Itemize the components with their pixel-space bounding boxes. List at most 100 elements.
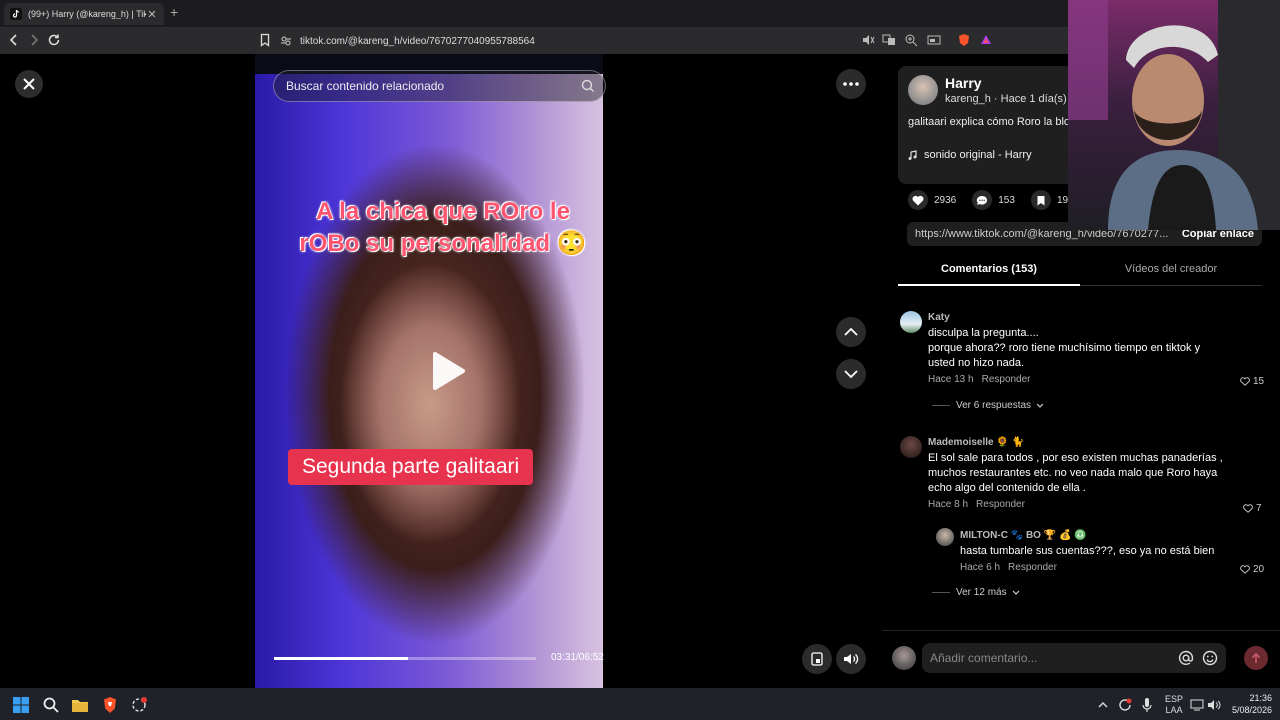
- speaker-icon[interactable]: [1207, 698, 1221, 712]
- emoji-icon[interactable]: [1202, 650, 1218, 666]
- next-video-button[interactable]: [836, 359, 866, 389]
- forward-icon[interactable]: [26, 32, 42, 48]
- new-tab-icon[interactable]: +: [170, 4, 178, 20]
- comment-avatar[interactable]: [900, 311, 922, 333]
- reply-like-count: 20: [1253, 564, 1265, 575]
- brave-shields-icon[interactable]: [957, 33, 971, 47]
- comment-meta: Hace 13 h Responder: [928, 374, 1228, 385]
- post-comment-button[interactable]: [1244, 646, 1268, 670]
- streamer-figure: [1068, 0, 1280, 230]
- tray-chevron-icon[interactable]: [1096, 698, 1110, 712]
- view-more-replies-button[interactable]: Ver 12 más: [932, 587, 1021, 598]
- sync-icon[interactable]: [1117, 697, 1133, 713]
- comment-stat[interactable]: 153: [972, 190, 1015, 210]
- like-count: 2936: [934, 194, 957, 206]
- reload-icon[interactable]: [46, 32, 62, 48]
- zoom-icon[interactable]: [904, 33, 918, 47]
- chevron-up-icon: [844, 327, 858, 336]
- view-replies-button[interactable]: Ver 6 respuestas: [932, 400, 1045, 411]
- video-progress-fill: [274, 657, 409, 660]
- comment-placeholder: Añadir comentario...: [930, 651, 1038, 665]
- related-search-placeholder: Buscar contenido relacionado: [286, 79, 445, 93]
- language-code: ESP: [1165, 694, 1184, 704]
- brave-browser-icon[interactable]: [101, 696, 119, 714]
- comment-username[interactable]: Mademoiselle 🌻 🐈: [928, 437, 1228, 448]
- screen: (99+) Harry (@kareng_h) | TikTok ✕ + tik…: [0, 0, 1280, 720]
- comment-like-count: 7: [1256, 503, 1262, 514]
- comment-username[interactable]: Katy: [928, 312, 1228, 323]
- comment-like-button[interactable]: 15: [1240, 376, 1264, 387]
- back-icon[interactable]: [6, 32, 22, 48]
- comment-like-count: 15: [1253, 376, 1265, 387]
- chevron-down-icon: [1012, 590, 1020, 595]
- comment-meta: Hace 8 h Responder: [928, 499, 1228, 510]
- more-options-button[interactable]: [836, 69, 866, 99]
- comment-avatar[interactable]: [900, 436, 922, 458]
- comment-text: disculpa la pregunta.... porque ahora?? …: [928, 327, 1201, 369]
- reply-button[interactable]: Responder: [1008, 562, 1057, 573]
- clock-time: 21:36: [1249, 693, 1272, 703]
- reply-like-button[interactable]: 20: [1240, 564, 1264, 575]
- webcam-overlay: [1068, 0, 1280, 230]
- tab-close-icon[interactable]: ✕: [146, 8, 158, 21]
- tab-comments[interactable]: Comentarios (153): [898, 258, 1080, 286]
- chevron-down-icon: [1036, 403, 1044, 408]
- reply-avatar[interactable]: [936, 528, 954, 546]
- reply-item: MILTON-C 🐾 BO 🏆 💰 ♎ hasta tumbarle sus c…: [960, 530, 1240, 573]
- file-explorer-icon[interactable]: [71, 696, 89, 714]
- cast-icon[interactable]: [927, 33, 941, 47]
- video-progress-bar[interactable]: [274, 657, 536, 660]
- app-icon[interactable]: [130, 696, 148, 714]
- mention-icon[interactable]: [1178, 650, 1194, 666]
- chevron-down-icon: [844, 370, 858, 379]
- windows-start-icon[interactable]: [12, 696, 30, 714]
- author-name[interactable]: Harry: [945, 75, 982, 91]
- volume-icon: [844, 654, 859, 664]
- video-time: 03:31/06:52: [551, 652, 604, 663]
- arrow-up-icon: [1251, 652, 1261, 663]
- panel-tabs: Comentarios (153) Vídeos del creador: [898, 258, 1262, 286]
- network-icon[interactable]: [1190, 698, 1204, 712]
- reply-text: hasta tumbarle sus cuentas???, eso ya no…: [960, 545, 1215, 557]
- brave-rewards-icon[interactable]: [979, 33, 993, 47]
- comment-time: Hace 8 h: [928, 499, 969, 510]
- heart-outline-icon: [1240, 565, 1250, 574]
- search-icon[interactable]: [42, 696, 60, 714]
- view-replies-label: Ver 6 respuestas: [956, 400, 1032, 411]
- search-icon[interactable]: [581, 79, 595, 93]
- comment-input[interactable]: Añadir comentario...: [922, 643, 1226, 673]
- play-icon[interactable]: [421, 346, 471, 396]
- previous-video-button[interactable]: [836, 317, 866, 347]
- translate-icon[interactable]: [882, 33, 896, 47]
- system-clock[interactable]: 21:36 5/08/2026: [1228, 692, 1272, 716]
- reply-button[interactable]: Responder: [976, 499, 1025, 510]
- comment-like-button[interactable]: 7: [1243, 503, 1262, 514]
- layout-code: LAA: [1165, 705, 1183, 715]
- tab-title: (99+) Harry (@kareng_h) | TikTok: [28, 9, 146, 19]
- comment-item: Mademoiselle 🌻 🐈 El sol sale para todos …: [928, 437, 1228, 510]
- close-button[interactable]: [15, 70, 43, 98]
- sound-link[interactable]: sonido original - Harry: [908, 149, 1032, 161]
- volume-button[interactable]: [836, 644, 866, 674]
- site-info-icon[interactable]: [280, 35, 292, 47]
- tiktok-favicon-icon: [10, 8, 22, 20]
- close-icon: [23, 78, 35, 90]
- like-stat[interactable]: 2936: [908, 190, 956, 210]
- heart-icon: [912, 195, 924, 205]
- mute-tab-icon[interactable]: [861, 33, 875, 47]
- floating-player-button[interactable]: [802, 644, 832, 674]
- reply-button[interactable]: Responder: [982, 374, 1031, 385]
- video-player[interactable]: Buscar contenido relacionado A la chica …: [255, 54, 627, 688]
- bookmark-icon[interactable]: [257, 32, 273, 48]
- related-search-input[interactable]: Buscar contenido relacionado: [273, 70, 606, 102]
- view-more-label: Ver 12 más: [956, 587, 1007, 598]
- reply-username[interactable]: MILTON-C 🐾 BO 🏆 💰 ♎: [960, 530, 1240, 541]
- browser-tab[interactable]: (99+) Harry (@kareng_h) | TikTok ✕: [4, 3, 164, 25]
- my-avatar: [892, 646, 916, 670]
- heart-outline-icon: [1240, 377, 1250, 386]
- microphone-icon[interactable]: [1140, 697, 1154, 713]
- url-text: tiktok.com/@kareng_h/video/7670277040955…: [300, 35, 535, 47]
- tab-creator-videos[interactable]: Vídeos del creador: [1080, 258, 1262, 286]
- language-indicator[interactable]: ESP LAA: [1165, 694, 1183, 716]
- author-avatar[interactable]: [908, 75, 938, 105]
